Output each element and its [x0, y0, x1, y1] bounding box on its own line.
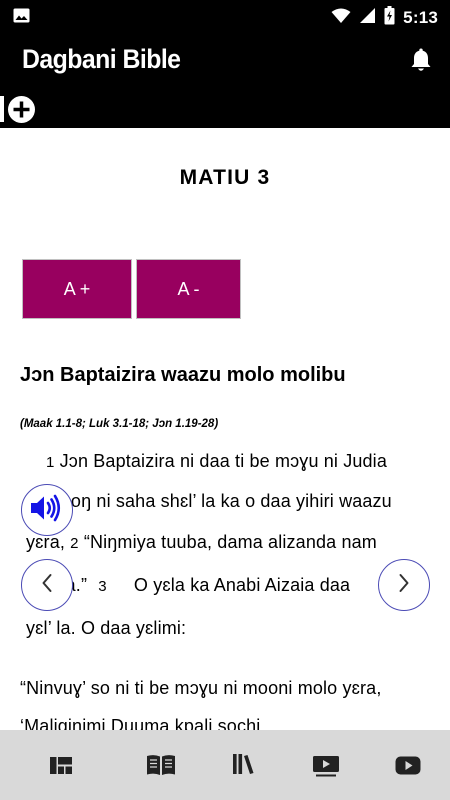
bell-icon[interactable]: [410, 48, 432, 78]
verse-number: 3: [98, 578, 107, 595]
audio-button[interactable]: [21, 484, 73, 536]
verse-line: yɛl’ la. O daa yɛlimi:: [26, 618, 186, 639]
dashboard-icon[interactable]: [50, 757, 72, 779]
signal-icon: [359, 7, 376, 29]
verse-text: “Ninvuɣ’ so ni ti be mɔɣu ni mooni molo …: [20, 678, 382, 698]
font-decrease-button[interactable]: A -: [136, 259, 241, 319]
verse-line: 1 Jɔn Baptaizira ni daa ti be mɔɣu ni Ju…: [46, 451, 387, 472]
bible-book-icon[interactable]: [146, 754, 176, 781]
verse-line: tiŋa poŋ ni saha shɛl’ la ka o daa yihir…: [26, 491, 392, 512]
video-icon[interactable]: [312, 755, 340, 782]
verse-line: kpaŋa.” 3 O yɛla ka Anabi Aizaia daa: [26, 575, 350, 596]
cross-references: (Maak 1.1-8; Luk 3.1-18; Jɔn 1.19-28): [20, 418, 219, 430]
app-bar: Dagbani Bible: [0, 32, 450, 92]
app-title: Dagbani Bible: [22, 44, 181, 74]
add-circle-icon[interactable]: [8, 96, 35, 123]
chapter-content[interactable]: MATIU 3 A + A - Jɔn Baptaizira waazu mol…: [0, 128, 450, 730]
verse-text: ‘Maliginimi Duuma kpali sochi,: [20, 716, 266, 730]
verse-number: 2: [70, 535, 79, 552]
battery-icon: [384, 6, 395, 30]
verse-text: “Niŋmiya tuuba, dama alizanda nam: [83, 532, 377, 552]
gallery-icon: [13, 8, 30, 28]
tab-indicator[interactable]: [0, 96, 4, 122]
library-icon[interactable]: [232, 753, 256, 780]
verse-text: tiŋa poŋ ni saha shɛl’ la ka o daa yihir…: [26, 491, 392, 511]
verse-line: “Ninvuɣ’ so ni ti be mɔɣu ni mooni molo …: [20, 678, 382, 699]
status-time: 5:13: [403, 8, 438, 27]
chevron-right-icon: [397, 572, 411, 599]
verse-line: yɛra, 2 “Niŋmiya tuuba, dama alizanda na…: [26, 532, 377, 553]
chapter-title: MATIU 3: [179, 166, 271, 189]
verse-text: Jɔn Baptaizira ni daa ti be mɔɣu ni Judi…: [59, 451, 387, 471]
bottom-nav: [0, 730, 450, 800]
tab-strip: [0, 92, 450, 128]
wifi-icon: [331, 8, 351, 29]
speaker-icon: [29, 493, 65, 528]
verse-text: yɛl’ la. O daa yɛlimi:: [26, 618, 187, 638]
status-bar: 5:13: [0, 0, 450, 32]
youtube-icon[interactable]: [395, 756, 421, 780]
next-chapter-button[interactable]: [378, 559, 430, 611]
chevron-left-icon: [40, 572, 54, 599]
verse-text: O yɛla ka Anabi Aizaia daa: [133, 575, 351, 595]
verse-line: ‘Maliginimi Duuma kpali sochi,: [20, 716, 266, 730]
font-increase-button[interactable]: A +: [22, 259, 132, 319]
verse-number: 1: [46, 454, 55, 471]
previous-chapter-button[interactable]: [21, 559, 73, 611]
section-heading: Jɔn Baptaizira waazu molo molibu: [20, 364, 346, 386]
